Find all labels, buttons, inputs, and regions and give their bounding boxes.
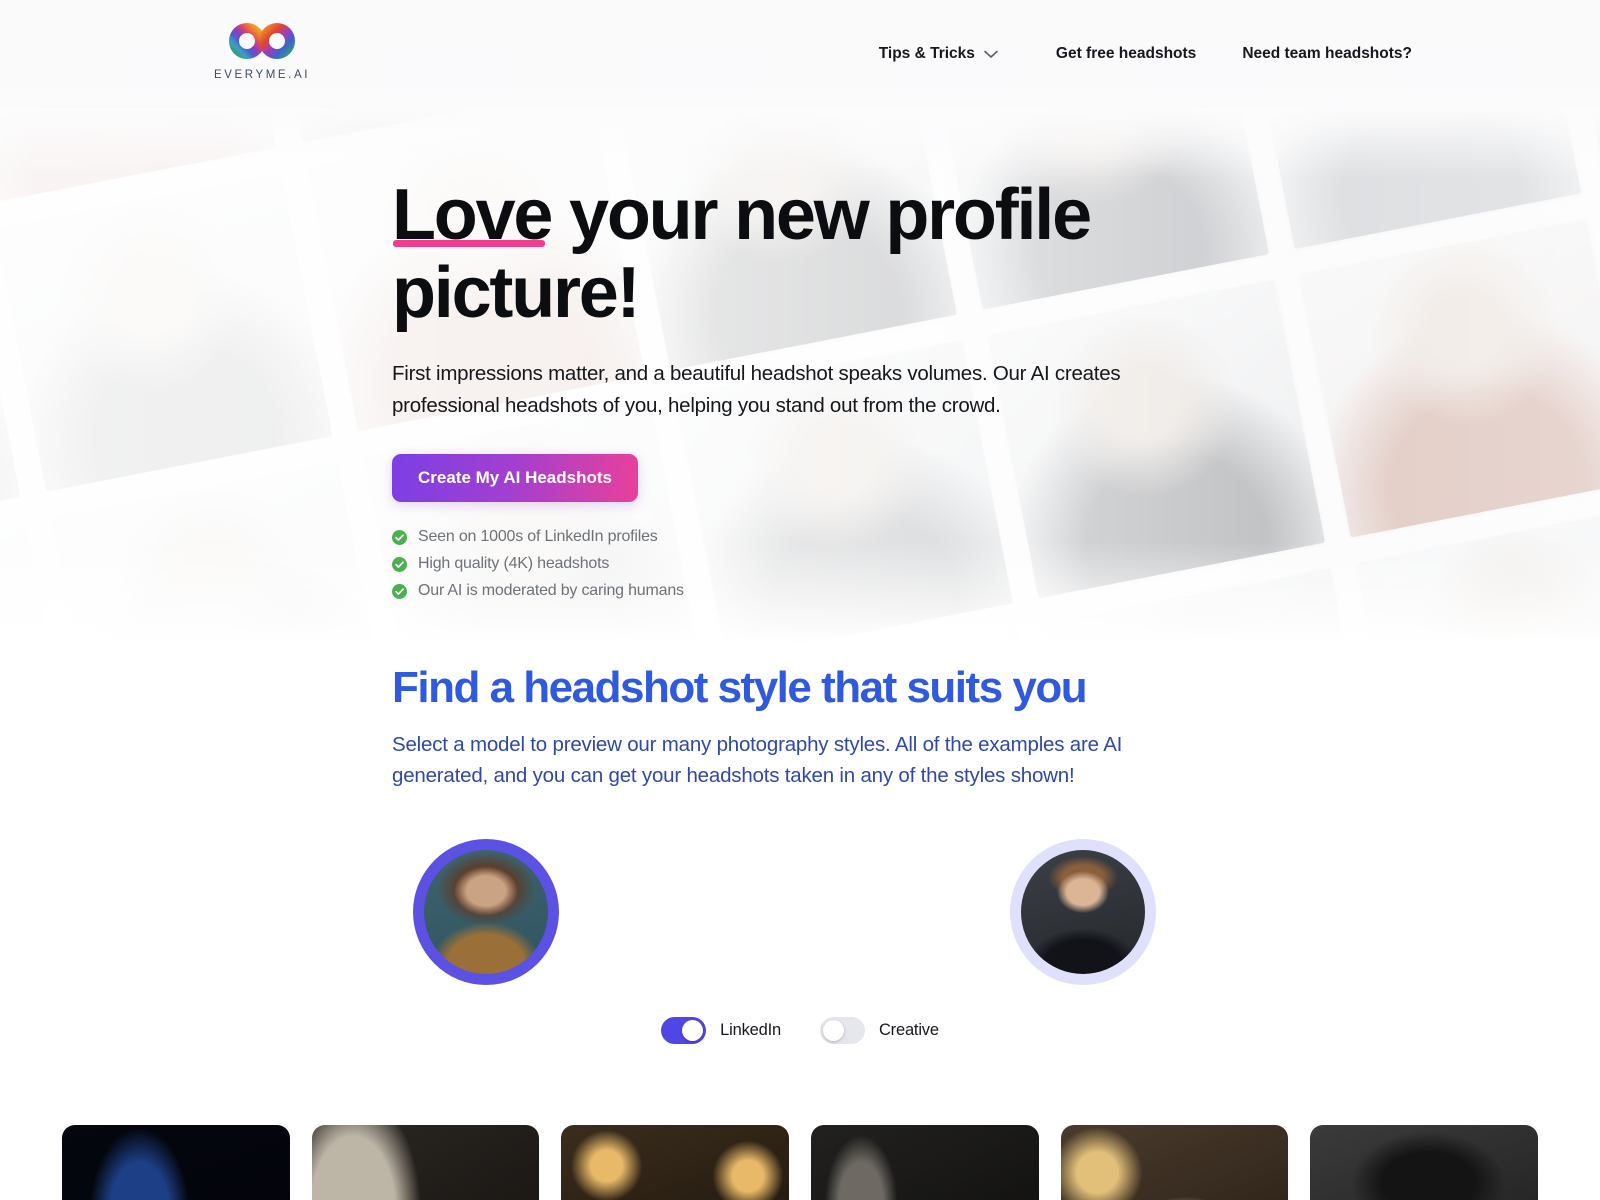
toggle-knob [822, 1020, 844, 1041]
avatar [1021, 850, 1145, 974]
gallery-card[interactable] [1310, 1125, 1539, 1200]
brand-logo[interactable]: EVERYME.AI [212, 20, 312, 81]
list-item: High quality (4K) headshots [392, 555, 1212, 573]
model-selector [0, 839, 1600, 999]
hero-section: Love your new profile picture! First imp… [0, 108, 1600, 661]
hero-heading: Love your new profile picture! [392, 176, 1212, 332]
hero-feature-list: Seen on 1000s of LinkedIn profiles High … [392, 528, 1212, 600]
toggle-knob [682, 1020, 704, 1041]
style-gallery-strip [0, 1125, 1600, 1200]
hero-heading-line2: picture! [392, 253, 641, 333]
toggle-creative[interactable] [819, 1017, 865, 1044]
section-subheading: Select a model to preview our many photo… [392, 733, 1123, 787]
gallery-card[interactable] [1060, 1125, 1289, 1200]
create-my-ai-headshots-button[interactable]: Create My AI Headshots [392, 454, 638, 502]
style-category-toggles: LinkedIn Creative [0, 1017, 1600, 1044]
nav-item-need-team-headshots[interactable]: Need team headshots? [1242, 45, 1412, 63]
check-circle-icon [392, 556, 407, 572]
avatar [424, 850, 548, 974]
infinity-logo-icon [229, 23, 295, 59]
gallery-card[interactable] [62, 1125, 290, 1200]
gallery-card[interactable] [561, 1125, 790, 1200]
main-navigation: Tips & Tricks Get free headshots Need te… [879, 0, 1412, 108]
toggle-linkedin-group: LinkedIn [661, 1017, 781, 1044]
chevron-down-icon [984, 50, 998, 58]
nav-label: Tips & Tricks [878, 45, 975, 62]
feature-text: High quality (4K) headshots [418, 555, 610, 572]
landing-page: EVERYME.AI Tips & Tricks Get free headsh… [0, 0, 1600, 1200]
nav-label: Need team headshots? [1242, 45, 1412, 62]
toggle-creative-group: Creative [819, 1017, 939, 1044]
nav-item-get-free-headshots[interactable]: Get free headshots [1056, 45, 1196, 63]
nav-item-tips-and-tricks[interactable]: Tips & Tricks [879, 45, 998, 63]
hero-heading-rest: your new profile [551, 175, 1092, 255]
feature-text: Our AI is moderated by caring humans [418, 582, 684, 599]
toggle-linkedin[interactable] [661, 1017, 707, 1044]
section-heading: Find a headshot style that suits you [392, 663, 1088, 712]
check-circle-icon [392, 529, 407, 545]
hero-subheading: First impressions matter, and a beautifu… [392, 362, 1121, 417]
check-circle-icon [392, 583, 407, 599]
gallery-card[interactable] [811, 1125, 1039, 1200]
hero-top-fade [0, 108, 1600, 178]
list-item: Seen on 1000s of LinkedIn profiles [392, 528, 1212, 546]
hero-heading-highlight: Love [392, 175, 553, 255]
model-option-male[interactable] [1010, 839, 1156, 985]
model-option-female[interactable] [413, 839, 559, 985]
nav-label: Get free headshots [1055, 45, 1197, 62]
gallery-card[interactable] [311, 1125, 540, 1200]
brand-name: EVERYME.AI [213, 69, 311, 81]
toggle-creative-label: Creative [878, 1021, 939, 1039]
toggle-linkedin-label: LinkedIn [720, 1021, 781, 1039]
site-header: EVERYME.AI Tips & Tricks Get free headsh… [0, 0, 1600, 108]
feature-text: Seen on 1000s of LinkedIn profiles [418, 528, 658, 545]
hero-content: Love your new profile picture! First imp… [392, 176, 1212, 600]
list-item: Our AI is moderated by caring humans [392, 582, 1212, 600]
